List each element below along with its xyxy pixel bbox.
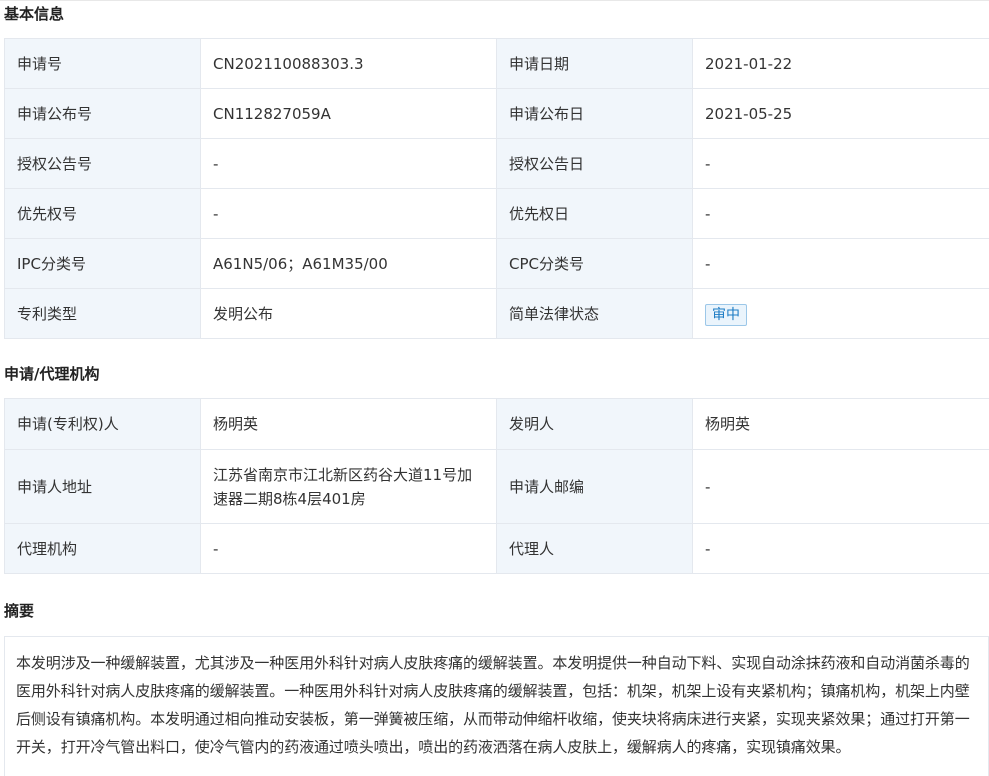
agent-label: 代理人 (496, 523, 693, 574)
ipc-value: A61N5/06；A61M35/00 (200, 238, 497, 289)
priority-number-value: - (200, 188, 497, 239)
cpc-label: CPC分类号 (496, 238, 693, 289)
application-date-label: 申请日期 (496, 38, 693, 89)
basic-info-title: 基本信息 (4, 5, 65, 23)
table-row: 授权公告号 - 授权公告日 - (4, 138, 989, 189)
table-row: 申请人地址 江苏省南京市江北新区药谷大道11号加速器二期8栋4层401房 申请人… (4, 449, 989, 524)
patent-type-value: 发明公布 (200, 288, 497, 339)
abstract-text: 本发明涉及一种缓解装置，尤其涉及一种医用外科针对病人皮肤疼痛的缓解装置。本发明提… (4, 636, 989, 776)
legal-status-cell: 审中 (692, 288, 989, 339)
applicant-address-label: 申请人地址 (4, 449, 201, 524)
table-row: 申请公布号 CN112827059A 申请公布日 2021-05-25 (4, 88, 989, 139)
grant-number-value: - (200, 138, 497, 189)
postcode-label: 申请人邮编 (496, 449, 693, 524)
priority-date-value: - (692, 188, 989, 239)
table-row: 优先权号 - 优先权日 - (4, 188, 989, 239)
table-row: 申请(专利权)人 杨明英 发明人 杨明英 (4, 398, 989, 450)
publication-date-label: 申请公布日 (496, 88, 693, 139)
agency-label: 代理机构 (4, 523, 201, 574)
application-date-value: 2021-01-22 (692, 38, 989, 89)
basic-info-table: 申请号 CN202110088303.3 申请日期 2021-01-22 申请公… (4, 38, 989, 339)
table-row: 代理机构 - 代理人 - (4, 523, 989, 574)
grant-date-value: - (692, 138, 989, 189)
grant-date-label: 授权公告日 (496, 138, 693, 189)
priority-number-label: 优先权号 (4, 188, 201, 239)
publication-date-value: 2021-05-25 (692, 88, 989, 139)
agency-table: 申请(专利权)人 杨明英 发明人 杨明英 申请人地址 江苏省南京市江北新区药谷大… (4, 398, 989, 574)
top-divider (0, 0, 989, 1)
postcode-value: - (692, 449, 989, 524)
publication-number-label: 申请公布号 (4, 88, 201, 139)
agency-title: 申请/代理机构 (4, 365, 100, 383)
inventor-label: 发明人 (496, 398, 693, 450)
inventor-value: 杨明英 (692, 398, 989, 450)
abstract-title: 摘要 (4, 602, 35, 620)
legal-status-badge: 审中 (705, 303, 747, 326)
grant-number-label: 授权公告号 (4, 138, 201, 189)
application-number-value: CN202110088303.3 (200, 38, 497, 89)
cpc-value: - (692, 238, 989, 289)
legal-status-label: 简单法律状态 (496, 288, 693, 339)
publication-number-value: CN112827059A (200, 88, 497, 139)
agent-value: - (692, 523, 989, 574)
table-row: 专利类型 发明公布 简单法律状态 审中 (4, 288, 989, 339)
applicant-address-value: 江苏省南京市江北新区药谷大道11号加速器二期8栋4层401房 (200, 449, 497, 524)
applicant-label: 申请(专利权)人 (4, 398, 201, 450)
application-number-label: 申请号 (4, 38, 201, 89)
priority-date-label: 优先权日 (496, 188, 693, 239)
patent-type-label: 专利类型 (4, 288, 201, 339)
agency-value: - (200, 523, 497, 574)
table-row: 申请号 CN202110088303.3 申请日期 2021-01-22 (4, 38, 989, 89)
ipc-label: IPC分类号 (4, 238, 201, 289)
applicant-value: 杨明英 (200, 398, 497, 450)
table-row: IPC分类号 A61N5/06；A61M35/00 CPC分类号 - (4, 238, 989, 289)
